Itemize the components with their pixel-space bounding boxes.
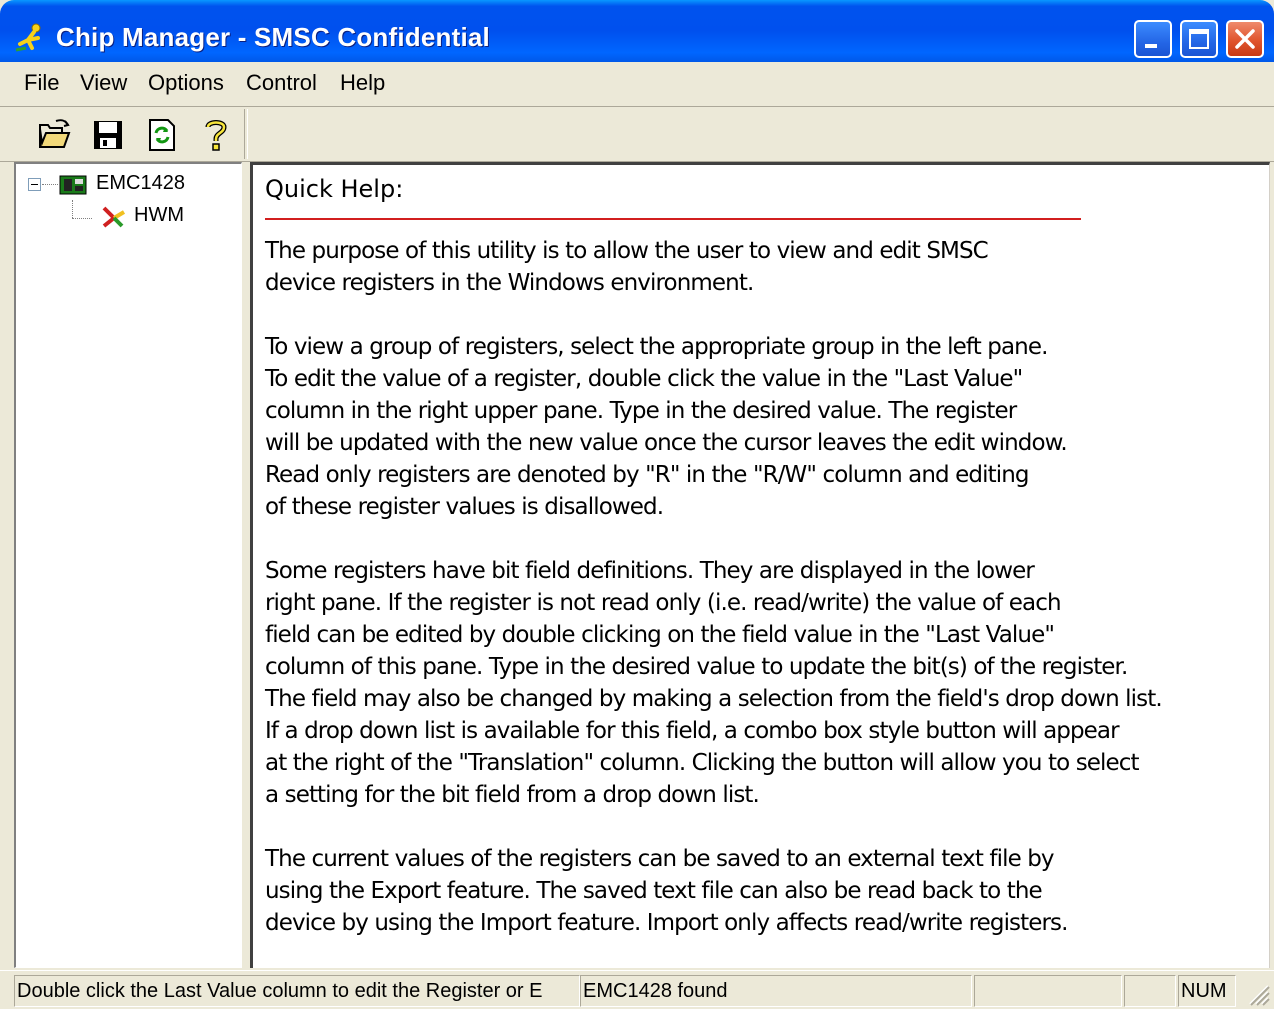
help-line: The field may also be changed by making … xyxy=(265,686,1163,712)
tree-collapse-toggle[interactable] xyxy=(28,178,41,191)
status-num-lock: NUM xyxy=(1178,975,1236,1007)
help-paragraph: Some registers have bit field definition… xyxy=(265,555,1265,811)
help-line: will be updated with the new value once … xyxy=(265,430,1068,456)
help-line: column of this pane. Type in the desired… xyxy=(265,654,1128,680)
help-line: using the Export feature. The saved text… xyxy=(265,878,1043,904)
help-line: If a drop down list is available for thi… xyxy=(265,718,1120,744)
help-line: device by using the Import feature. Impo… xyxy=(265,910,1068,936)
tree-node-hwm[interactable]: HWM xyxy=(134,204,184,227)
toolbar xyxy=(0,106,1274,162)
help-icon[interactable] xyxy=(198,117,234,153)
hwm-icon xyxy=(102,206,126,228)
help-line: of these register values is disallowed. xyxy=(265,494,664,520)
resize-grip-icon[interactable] xyxy=(1244,980,1270,1006)
close-icon xyxy=(1235,29,1255,49)
quick-help-pane: Quick Help: The purpose of this utility … xyxy=(250,162,1270,968)
save-icon[interactable] xyxy=(90,117,126,153)
tree-connector xyxy=(42,184,58,185)
toolbar-separator xyxy=(244,109,248,159)
window-title: Chip Manager - SMSC Confidential xyxy=(56,22,490,52)
help-line: device registers in the Windows environm… xyxy=(265,270,754,296)
tree-node-emc1428[interactable]: EMC1428 xyxy=(96,172,185,195)
status-bar: Double click the Last Value column to ed… xyxy=(0,970,1274,1009)
status-message: Double click the Last Value column to ed… xyxy=(14,975,580,1007)
chip-icon xyxy=(59,175,87,195)
quick-help-title: Quick Help: xyxy=(265,175,404,203)
minimize-button[interactable] xyxy=(1134,20,1172,58)
tree-connector xyxy=(72,200,73,218)
menu-bar: File View Options Control Help xyxy=(0,62,1274,107)
help-line: field can be edited by double clicking o… xyxy=(265,622,1055,648)
help-line: Read only registers are denoted by "R" i… xyxy=(265,462,1029,488)
device-tree[interactable]: EMC1428 HWM xyxy=(14,162,242,968)
menu-options[interactable]: Options xyxy=(148,70,224,96)
help-line: To view a group of registers, select the… xyxy=(265,334,1048,360)
help-line: column in the right upper pane. Type in … xyxy=(265,398,1017,424)
help-paragraph: To view a group of registers, select the… xyxy=(265,331,1265,523)
help-line: The current values of the registers can … xyxy=(265,846,1055,872)
quick-help-text: The purpose of this utility is to allow … xyxy=(265,235,1265,968)
title-bar[interactable]: Chip Manager - SMSC Confidential xyxy=(0,0,1274,62)
help-line: The purpose of this utility is to allow … xyxy=(265,238,989,264)
refresh-icon[interactable] xyxy=(144,117,180,153)
app-window: Chip Manager - SMSC Confidential File Vi… xyxy=(0,0,1274,1009)
status-pane-empty xyxy=(974,975,1122,1007)
chip-manager-app-icon xyxy=(15,23,41,52)
help-paragraph: The current values of the registers can … xyxy=(265,843,1265,939)
help-line: To edit the value of a register, double … xyxy=(265,366,1023,392)
status-device: EMC1428 found xyxy=(580,975,972,1007)
status-pane-empty xyxy=(1124,975,1176,1007)
title-underline xyxy=(265,218,1081,220)
open-folder-icon[interactable] xyxy=(36,117,72,153)
close-button[interactable] xyxy=(1226,20,1264,58)
maximize-icon xyxy=(1189,29,1209,49)
tree-connector xyxy=(72,218,92,219)
menu-control[interactable]: Control xyxy=(246,70,317,96)
pane-splitter[interactable] xyxy=(242,162,250,968)
menu-view[interactable]: View xyxy=(80,70,127,96)
help-paragraph: The purpose of this utility is to allow … xyxy=(265,235,1265,299)
help-line: right pane. If the register is not read … xyxy=(265,590,1062,616)
menu-file[interactable]: File xyxy=(24,70,59,96)
maximize-button[interactable] xyxy=(1180,20,1218,58)
help-line: Some registers have bit field definition… xyxy=(265,558,1035,584)
menu-help[interactable]: Help xyxy=(340,70,385,96)
help-line: a setting for the bit field from a drop … xyxy=(265,782,760,808)
help-line: at the right of the "Translation" column… xyxy=(265,750,1140,776)
minimize-icon xyxy=(1145,44,1157,48)
